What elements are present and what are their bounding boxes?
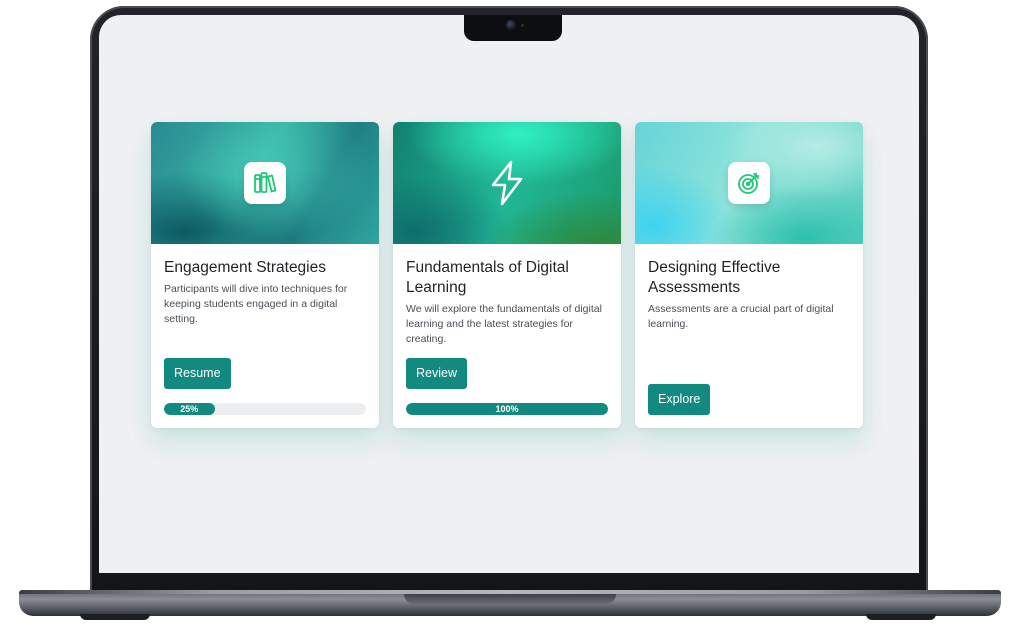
course-title: Designing Effective Assessments — [648, 259, 781, 296]
camera-icon — [506, 20, 516, 30]
books-icon — [254, 172, 277, 193]
progress-label: 100% — [495, 404, 519, 414]
course-card-engagement-strategies[interactable]: Engagement Strategies Participants will … — [151, 122, 379, 428]
course-description: Participants will dive into techniques f… — [164, 283, 348, 325]
progress-bar: 25% — [164, 403, 366, 415]
progress-fill: 25% — [164, 403, 215, 415]
course-title: Fundamentals of Digital Learning — [406, 259, 569, 296]
laptop-mockup: Engagement Strategies Participants will … — [0, 0, 1016, 626]
course-card-body: Engagement Strategies Participants will … — [151, 244, 379, 428]
course-description: We will explore the fundamentals of digi… — [406, 303, 602, 345]
target-icon — [738, 172, 760, 194]
course-banner — [635, 122, 863, 244]
icon-tile — [244, 162, 286, 204]
icon-tile — [728, 162, 770, 204]
camera-sensor — [521, 24, 524, 27]
course-card-digital-learning[interactable]: Fundamentals of Digital Learning We will… — [393, 122, 621, 428]
laptop-foot — [80, 614, 150, 620]
course-title: Engagement Strategies — [164, 259, 326, 276]
course-card-effective-assessments[interactable]: Designing Effective Assessments Assessme… — [635, 122, 863, 428]
progress-fill: 100% — [406, 403, 608, 415]
course-description: Assessments are a crucial part of digita… — [648, 303, 834, 330]
laptop-foot — [866, 614, 936, 620]
explore-button[interactable]: Explore — [648, 384, 711, 415]
review-button[interactable]: Review — [406, 358, 467, 389]
laptop-opening-notch — [404, 594, 616, 604]
course-card-body: Designing Effective Assessments Assessme… — [635, 244, 863, 428]
progress-bar: 100% — [406, 403, 608, 415]
lightning-icon — [491, 160, 523, 206]
progress-label: 25% — [180, 404, 199, 414]
course-card-body: Fundamentals of Digital Learning We will… — [393, 244, 621, 428]
course-banner — [393, 122, 621, 244]
course-banner — [151, 122, 379, 244]
resume-button[interactable]: Resume — [164, 358, 231, 389]
